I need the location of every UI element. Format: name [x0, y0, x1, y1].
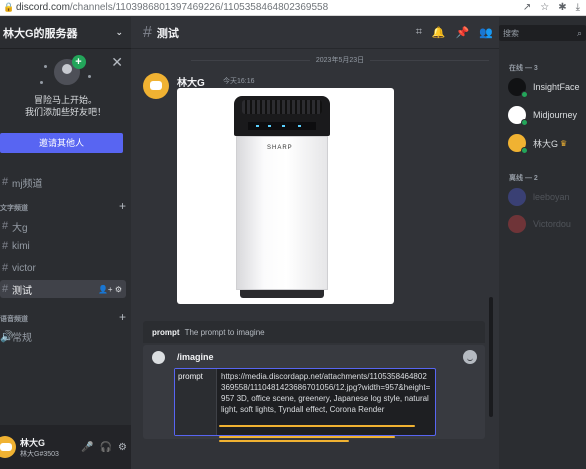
bot-avatar — [152, 351, 165, 364]
channel-kimi[interactable]: # kimi — [0, 237, 126, 255]
hash-icon: # — [1, 240, 9, 252]
bell-icon[interactable]: 🔔 — [432, 26, 446, 39]
hash-icon: # — [143, 23, 152, 41]
invite-illustration: + — [36, 55, 96, 91]
speaker-icon: 🔊 — [0, 330, 14, 343]
server-sidebar: 林大G的服务器 ⌄ ✕ + 冒险马上开始。 我们添加些好友吧！ 邀请其他人 # … — [0, 17, 131, 469]
chevron-down-icon: ⌄ — [115, 27, 123, 37]
voice-channels-category[interactable]: 语音频道 + — [0, 310, 126, 324]
member-item[interactable]: 林大G ♛ — [508, 133, 568, 154]
message-composer[interactable]: /imagine prompt https://media.discordapp… — [143, 345, 485, 439]
message-image[interactable]: SHARP — [177, 88, 394, 304]
highlight-underline — [219, 436, 395, 438]
crown-icon: ♛ — [560, 138, 568, 148]
slash-command: /imagine — [177, 352, 214, 362]
avatar[interactable] — [143, 73, 169, 99]
download-icon[interactable]: ⤓ — [576, 2, 580, 13]
search-input[interactable]: 搜索 ⌕ — [499, 25, 586, 41]
prompt-option-label: prompt — [175, 369, 217, 435]
avatar — [508, 106, 528, 126]
server-header[interactable]: 林大G的服务器 ⌄ — [0, 17, 131, 49]
search-icon: ⌕ — [576, 27, 582, 38]
add-voice-channel-icon[interactable]: + — [119, 310, 126, 324]
user-name: 林大G — [20, 437, 46, 448]
invite-user-icon[interactable]: 👤+ — [98, 285, 113, 294]
invite-button[interactable]: 邀请其他人 — [0, 133, 123, 153]
emoji-icon[interactable] — [463, 350, 477, 364]
hash-icon: # — [1, 283, 9, 295]
air-purifier-image: SHARP — [234, 96, 330, 300]
text-channels-category[interactable]: 文字频道 + — [0, 199, 126, 213]
highlight-underline — [219, 440, 349, 442]
invite-card: ✕ + 冒险马上开始。 我们添加些好友吧！ — [0, 49, 131, 143]
offline-header: 离线 — 2 — [509, 175, 538, 182]
extensions-icon[interactable]: ✱ — [558, 2, 566, 13]
invite-text-1: 冒险马上开始。 — [33, 95, 97, 105]
members-icon[interactable]: 👥 — [479, 26, 493, 39]
avatar[interactable] — [0, 436, 16, 458]
avatar — [508, 215, 526, 233]
channel-dag[interactable]: # 大g — [0, 217, 126, 235]
invite-text-2: 我们添加些好友吧！ — [24, 107, 106, 117]
avatar — [508, 78, 528, 98]
share-icon[interactable]: ↗ — [523, 2, 531, 13]
hash-icon: # — [1, 176, 9, 188]
channel-test[interactable]: # 测试 👤+ ⚙ — [0, 280, 126, 298]
channel-title: 测试 — [156, 27, 179, 40]
channel-header: # 测试 ⌗ 🔔 📌 👥 — [131, 17, 499, 49]
server-name: 林大G的服务器 — [3, 27, 78, 40]
mic-muted-icon[interactable]: 🎤 — [81, 442, 93, 453]
gear-icon[interactable]: ⚙ — [115, 285, 122, 294]
add-channel-icon[interactable]: + — [119, 199, 126, 213]
member-item[interactable]: InsightFace — [508, 77, 580, 98]
url-text[interactable]: discord.com/channels/1103986801397469226… — [16, 2, 523, 13]
threads-icon[interactable]: ⌗ — [416, 26, 422, 39]
member-item[interactable]: Victordou — [508, 214, 571, 234]
image-brand-label: SHARP — [267, 145, 293, 151]
channel-victor[interactable]: # victor — [0, 259, 126, 277]
lock-icon: 🔒 — [3, 2, 15, 12]
member-item[interactable]: Midjourney — [508, 105, 577, 126]
message-timestamp: 今天16:16 — [223, 78, 255, 85]
avatar — [508, 134, 528, 154]
headphones-icon[interactable]: 🎧 — [100, 442, 112, 453]
member-list: 搜索 ⌕ 在线 — 3 InsightFace Midjourney 林大G ♛… — [499, 17, 586, 469]
highlight-underline — [219, 425, 415, 427]
voice-channel-general[interactable]: 🔊 常规 — [0, 327, 126, 345]
command-option-hint[interactable]: prompt The prompt to imagine — [143, 321, 485, 343]
chat-area: # 测试 ⌗ 🔔 📌 👥 2023年5月23日 林大G 今天16:16 SHAR… — [131, 17, 499, 469]
hash-icon: # — [1, 220, 9, 232]
online-header: 在线 — 3 — [509, 65, 538, 72]
user-panel: 林大G 林大G#3503 🎤 🎧 ⚙ — [0, 425, 131, 469]
hash-icon: # — [1, 262, 9, 274]
pin-icon[interactable]: 📌 — [456, 26, 470, 39]
member-item[interactable]: leeboyan — [508, 187, 570, 207]
chat-scrollbar[interactable] — [489, 297, 493, 417]
channel-mj[interactable]: # mj频道 — [0, 173, 126, 191]
date-divider: 2023年5月23日 — [191, 55, 490, 65]
star-icon[interactable]: ☆ — [540, 2, 549, 13]
close-icon[interactable]: ✕ — [111, 54, 123, 71]
user-tag: 林大G#3503 — [20, 450, 59, 458]
gear-icon[interactable]: ⚙ — [118, 442, 127, 453]
browser-address-bar[interactable]: 🔒 discord.com/channels/11039868013974692… — [0, 0, 586, 16]
avatar — [508, 188, 526, 206]
message-author[interactable]: 林大G — [177, 74, 205, 89]
